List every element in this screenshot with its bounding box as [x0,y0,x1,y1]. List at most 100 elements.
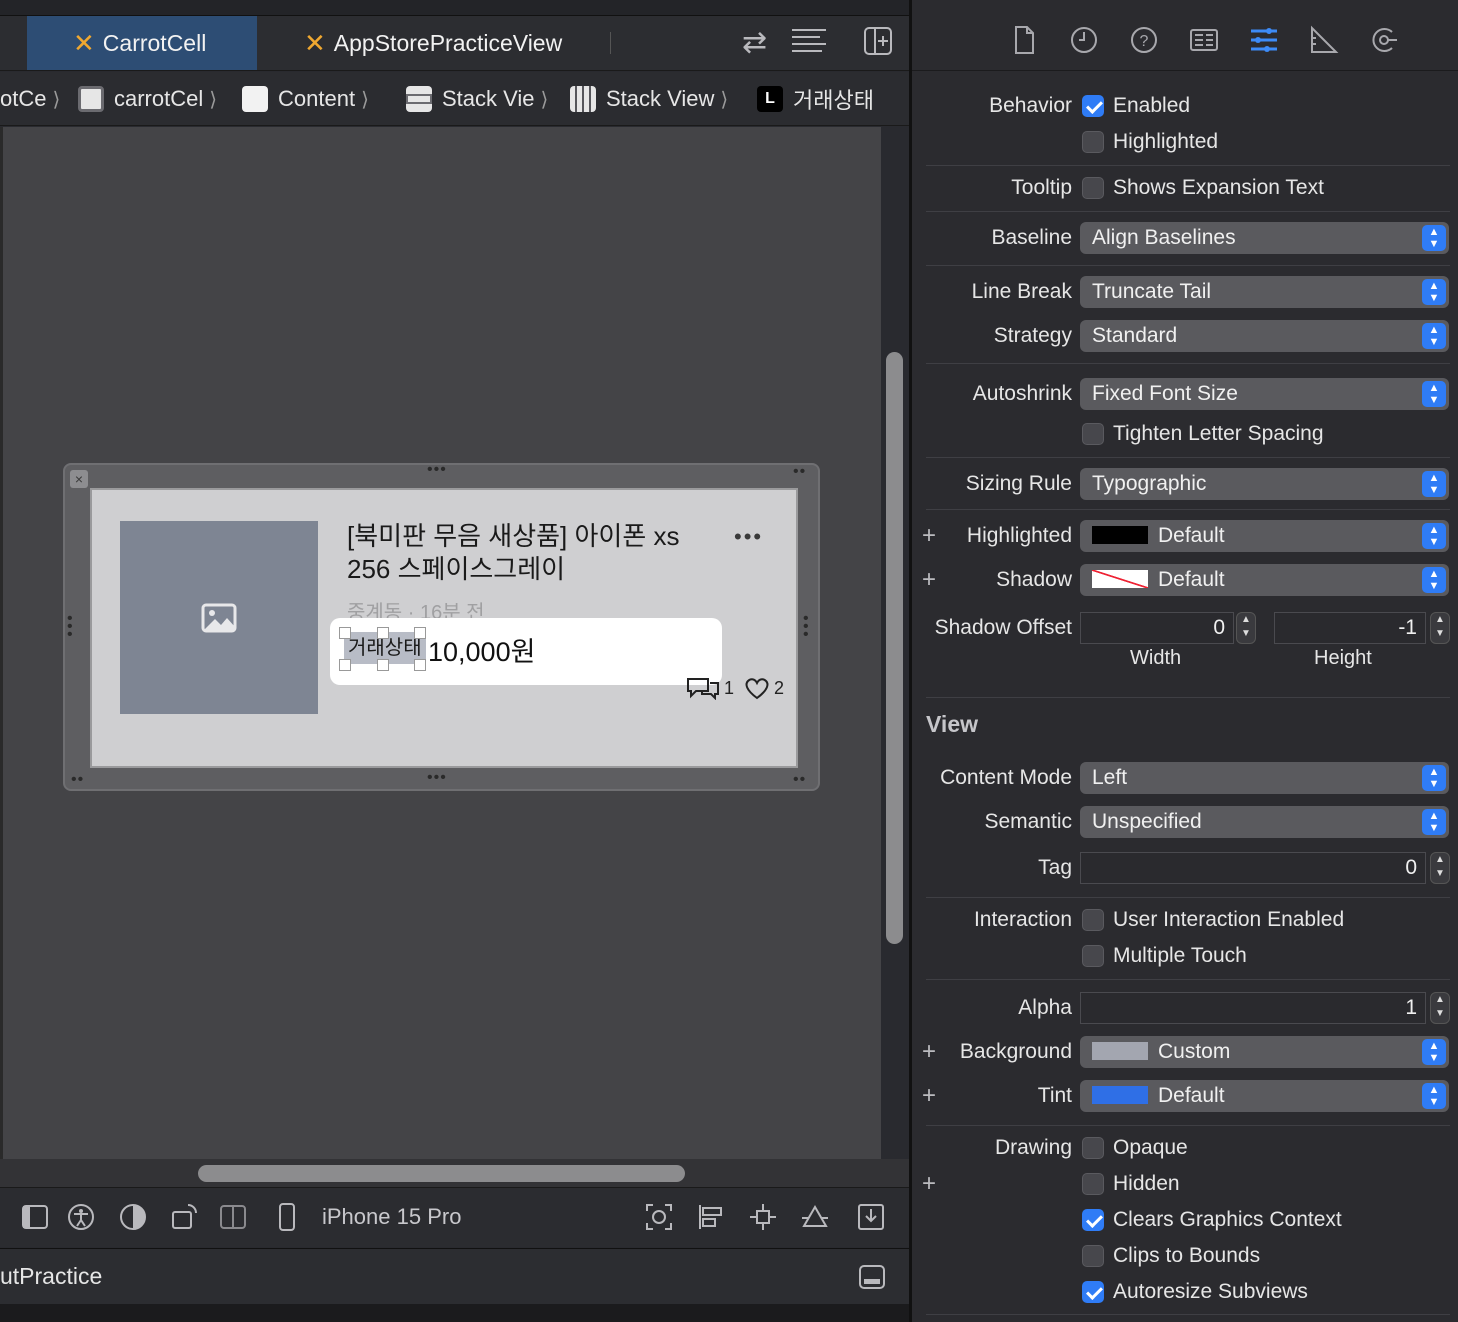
lines-icon[interactable] [790,26,828,64]
corner-handle[interactable]: •• [71,771,84,789]
highlighted-color-popup[interactable]: Default ▲ ▼ [1080,520,1449,552]
selection-handle[interactable] [339,659,351,671]
autoresize-subviews-label: Autoresize Subviews [1113,1280,1308,1303]
chevron-updown-icon: ▲ ▼ [1422,323,1446,349]
alpha-stepper[interactable]: ▲ ▼ [1430,992,1450,1024]
chevron-updown-icon: ▲ ▼ [1422,523,1446,549]
embed-in-icon[interactable] [856,1202,886,1232]
tooltip-checkbox[interactable] [1082,177,1104,199]
add-constraints-icon[interactable] [748,1202,778,1232]
update-frames-icon[interactable] [644,1202,674,1232]
breadcrumb-label: Stack Vie [442,86,535,111]
svg-text:?: ? [1140,33,1149,50]
clears-graphics-context-checkbox[interactable] [1082,1209,1104,1231]
separator [926,897,1450,898]
breadcrumb-item[interactable]: Stack View ⟩ [570,84,728,114]
history-icon[interactable] [1068,24,1100,56]
attributes-inspector-icon[interactable] [1248,24,1280,56]
enabled-label: Enabled [1113,94,1191,117]
semantic-popup[interactable]: Unspecified ▲ ▼ [1080,806,1449,838]
price-label[interactable]: 10,000원 [428,630,535,669]
content-mode-popup[interactable]: Left ▲ ▼ [1080,762,1449,794]
tag-field[interactable]: 0 [1080,852,1426,884]
file-inspector-icon[interactable] [1008,24,1040,56]
panel-toggle-icon[interactable] [858,1263,886,1291]
thumbnail-image[interactable] [120,521,318,714]
corner-handle[interactable]: •• [793,771,806,789]
carrot-cell-preview[interactable]: [북미판 무음 새상품] 아이폰 xs 256 스페이스그레이 ••• 중계동 … [90,488,798,768]
connections-inspector-icon[interactable] [1368,24,1400,56]
autoresize-subviews-checkbox[interactable] [1082,1281,1104,1303]
selection-handle[interactable] [339,627,351,639]
scene-frame[interactable]: × ••• ••• • • • • • • •• •• •• [북미판 무음 새상품] … [63,461,820,791]
tab-appstorepracticeview[interactable]: ✕ AppStorePracticeView [258,16,608,70]
breadcrumb-item[interactable]: Stack Vie ⟩ [406,84,548,114]
sizing-rule-popup[interactable]: Typographic ▲ ▼ [1080,468,1449,500]
breadcrumb-item[interactable]: otCe ⟩ [0,84,60,114]
close-icon[interactable]: × [70,470,88,488]
vertical-scrollbar[interactable] [886,352,903,944]
baseline-popup[interactable]: Align Baselines ▲ ▼ [1080,222,1449,254]
height-stepper[interactable]: ▲ ▼ [1430,612,1450,644]
breadcrumb-item[interactable]: Content ⟩ [242,84,369,114]
add-editor-icon[interactable] [863,26,893,64]
opaque-checkbox[interactable] [1082,1137,1104,1159]
height-label: Height [1314,647,1372,669]
multiple-touch-checkbox[interactable] [1082,945,1104,967]
popup-value: Custom [1158,1040,1231,1063]
user-interaction-label: User Interaction Enabled [1113,908,1345,931]
resolve-issues-icon[interactable] [800,1202,830,1232]
appearance-icon[interactable] [118,1202,148,1232]
tighten-letter-spacing-checkbox[interactable] [1082,423,1104,445]
shadow-label: Shadow [996,568,1072,591]
corner-handle[interactable]: •• [793,463,806,481]
add-variation-icon[interactable]: + [922,1170,936,1198]
align-icon[interactable] [696,1202,726,1232]
help-icon[interactable]: ? [1128,24,1160,56]
tint-color-popup[interactable]: Default ▲ ▼ [1080,1080,1449,1112]
hidden-checkbox[interactable] [1082,1173,1104,1195]
rotate-device-icon[interactable] [170,1202,200,1232]
resize-handle-right[interactable]: • • • [803,611,813,643]
accessibility-icon[interactable] [66,1202,96,1232]
background-color-popup[interactable]: Custom ▲ ▼ [1080,1036,1449,1068]
sidebar-toggle-icon[interactable] [20,1202,50,1232]
breadcrumb-item[interactable]: L 거래상태 [757,84,874,114]
alpha-field[interactable]: 1 [1080,992,1426,1024]
width-stepper[interactable]: ▲ ▼ [1236,612,1256,644]
user-interaction-checkbox[interactable] [1082,909,1104,931]
device-selector[interactable]: iPhone 15 Pro [322,1204,461,1230]
identity-inspector-icon[interactable] [1188,24,1220,56]
breadcrumb-item[interactable]: carrotCel ⟩ [78,84,217,114]
behavior-label: Behavior [989,94,1072,117]
enabled-checkbox[interactable] [1082,95,1104,117]
shadow-color-popup[interactable]: Default ▲ ▼ [1080,564,1449,596]
tab-carrotcell[interactable]: ✕ CarrotCell [27,16,257,70]
selection-handle[interactable] [377,659,389,671]
selection-handle[interactable] [414,659,426,671]
horizontal-scrollbar[interactable] [198,1165,685,1182]
highlighted-checkbox[interactable] [1082,131,1104,153]
strategy-popup[interactable]: Standard ▲ ▼ [1080,320,1449,352]
device-icon[interactable] [272,1202,302,1232]
size-inspector-icon[interactable] [1308,24,1340,56]
resize-handle-top[interactable]: ••• [427,461,447,479]
selection-handle[interactable] [377,627,389,639]
shadow-offset-height-field[interactable]: -1 [1274,612,1426,644]
tag-stepper[interactable]: ▲ ▼ [1430,852,1450,884]
item-title-label[interactable]: [북미판 무음 새상품] 아이폰 xs 256 스페이스그레이 [347,520,707,586]
vertical-stack-icon [406,86,432,112]
line-break-popup[interactable]: Truncate Tail ▲ ▼ [1080,276,1449,308]
swap-arrows-icon[interactable]: ⇄ [742,26,767,60]
line-break-label: Line Break [971,280,1072,303]
tab-bar: ✕ CarrotCell ✕ AppStorePracticeView ⇄ [0,16,909,71]
split-view-icon[interactable] [218,1202,248,1232]
resize-handle-left[interactable]: • • • [67,611,77,643]
resize-handle-bottom[interactable]: ••• [427,769,447,787]
autoshrink-popup[interactable]: Fixed Font Size ▲ ▼ [1080,378,1449,410]
clips-to-bounds-checkbox[interactable] [1082,1245,1104,1267]
more-icon[interactable]: ••• [734,524,763,550]
price-stack[interactable]: 거래상태 10,000원 [330,618,722,685]
shadow-offset-width-field[interactable]: 0 [1080,612,1234,644]
selection-handle[interactable] [414,627,426,639]
